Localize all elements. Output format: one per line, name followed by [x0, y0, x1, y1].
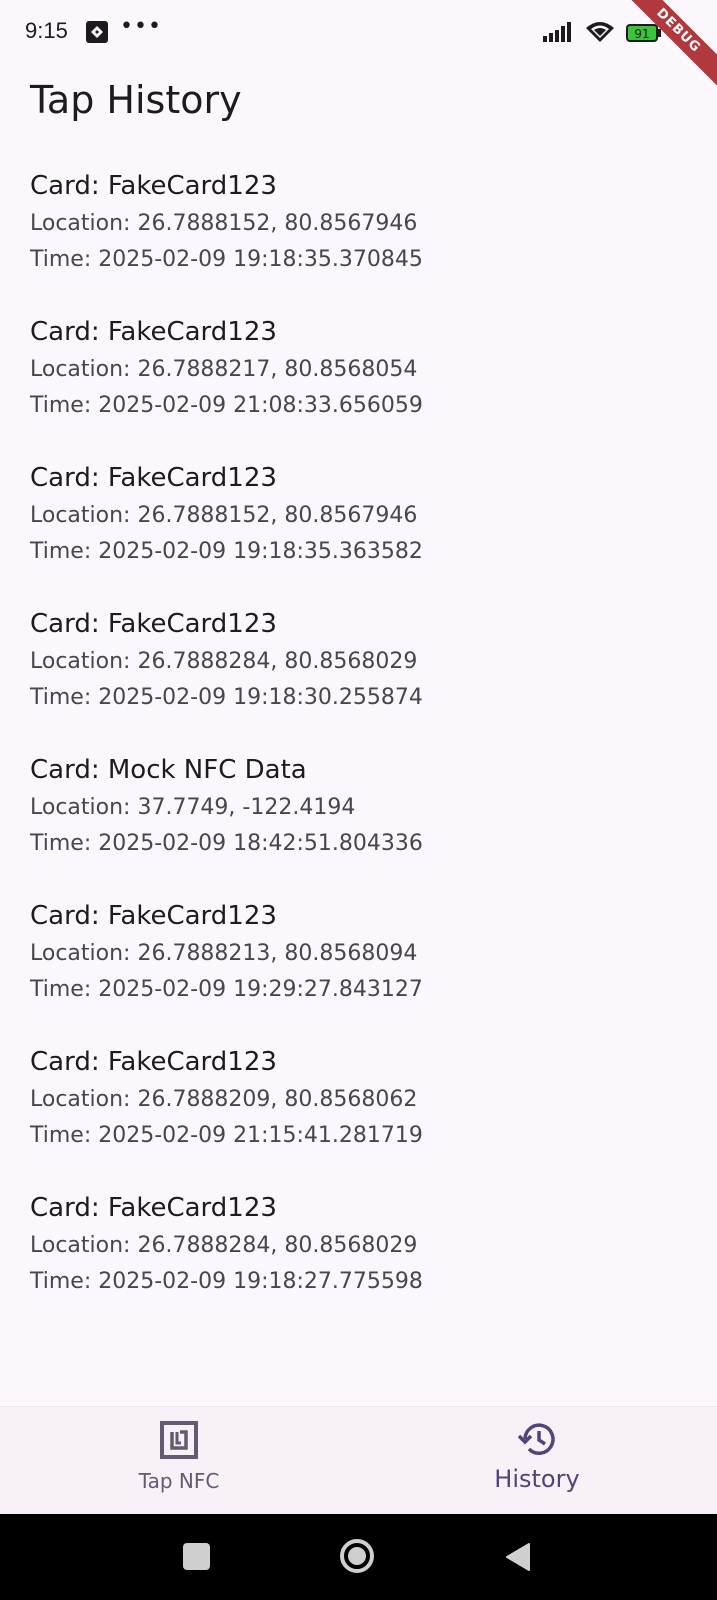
- back-button[interactable]: [505, 1542, 531, 1572]
- history-list-item: Card: FakeCard123 Location: 26.7888213, …: [30, 896, 690, 1042]
- card-label: Card: FakeCard123: [30, 901, 277, 931]
- battery-icon: 91: [626, 24, 662, 46]
- signal-icon: [543, 22, 575, 46]
- nav-history[interactable]: History: [358, 1407, 716, 1515]
- card-label: Card: Mock NFC Data: [30, 755, 307, 785]
- time-text: Time: 2025-02-09 21:15:41.281719: [30, 1123, 423, 1148]
- time-text: Time: 2025-02-09 18:42:51.804336: [30, 831, 423, 856]
- location-text: Location: 26.7888209, 80.8568062: [30, 1087, 418, 1112]
- time-text: Time: 2025-02-09 19:18:35.363582: [30, 539, 423, 564]
- location-text: Location: 26.7888284, 80.8568029: [30, 649, 418, 674]
- status-bar: 9:15 ••• 91 DEBUG: [0, 0, 717, 92]
- time-text: Time: 2025-02-09 19:18:30.255874: [30, 685, 423, 710]
- status-time: 9:15: [25, 18, 68, 43]
- location-text: Location: 37.7749, -122.4194: [30, 795, 356, 820]
- location-text: Location: 26.7888284, 80.8568029: [30, 1233, 418, 1258]
- time-text: Time: 2025-02-09 19:18:35.370845: [30, 247, 423, 272]
- app-notification-icon: [86, 21, 108, 43]
- time-text: Time: 2025-02-09 19:29:27.843127: [30, 977, 423, 1002]
- history-list-item: Card: FakeCard123 Location: 26.7888284, …: [30, 1188, 690, 1334]
- history-list-item: Card: FakeCard123 Location: 26.7888217, …: [30, 312, 690, 458]
- card-label: Card: FakeCard123: [30, 1193, 277, 1223]
- home-button[interactable]: [339, 1538, 375, 1574]
- location-text: Location: 26.7888213, 80.8568094: [30, 941, 418, 966]
- time-text: Time: 2025-02-09 21:08:33.656059: [30, 393, 423, 418]
- time-text: Time: 2025-02-09 19:18:27.775598: [30, 1269, 423, 1294]
- system-navigation-bar: [0, 1514, 717, 1600]
- card-label: Card: FakeCard123: [30, 171, 277, 201]
- history-list: Card: FakeCard123 Location: 26.7888152, …: [30, 166, 690, 1334]
- bottom-navigation: Tap NFC History: [0, 1406, 717, 1515]
- card-label: Card: FakeCard123: [30, 609, 277, 639]
- history-list-item: Card: Mock NFC Data Location: 37.7749, -…: [30, 750, 690, 896]
- location-text: Location: 26.7888217, 80.8568054: [30, 357, 418, 382]
- history-list-item: Card: FakeCard123 Location: 26.7888284, …: [30, 604, 690, 750]
- wifi-icon: [584, 20, 616, 48]
- nav-tap-nfc-label: Tap NFC: [138, 1469, 220, 1493]
- location-text: Location: 26.7888152, 80.8567946: [30, 503, 418, 528]
- more-notifications-icon: •••: [120, 14, 162, 39]
- battery-level: 91: [634, 27, 649, 41]
- card-label: Card: FakeCard123: [30, 317, 277, 347]
- page-title: Tap History: [30, 78, 242, 122]
- nav-history-label: History: [494, 1465, 580, 1493]
- location-text: Location: 26.7888152, 80.8567946: [30, 211, 418, 236]
- nav-tap-nfc[interactable]: Tap NFC: [0, 1407, 358, 1515]
- history-list-item: Card: FakeCard123 Location: 26.7888152, …: [30, 166, 690, 312]
- history-icon: [517, 1421, 557, 1461]
- card-label: Card: FakeCard123: [30, 463, 277, 493]
- recents-button[interactable]: [183, 1543, 210, 1570]
- history-list-item: Card: FakeCard123 Location: 26.7888209, …: [30, 1042, 690, 1188]
- card-label: Card: FakeCard123: [30, 1047, 277, 1077]
- history-list-item: Card: FakeCard123 Location: 26.7888152, …: [30, 458, 690, 604]
- nfc-icon: [160, 1421, 198, 1463]
